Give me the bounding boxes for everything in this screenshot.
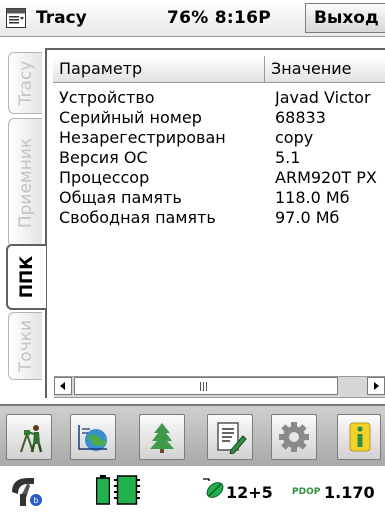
tab-label: Точки: [15, 319, 36, 373]
param-value: 97.0 Мб: [275, 208, 340, 227]
tree-icon: [150, 423, 174, 453]
notes-button[interactable]: [207, 414, 253, 460]
survey-button[interactable]: [6, 414, 52, 460]
column-header-value[interactable]: Значение: [265, 56, 385, 82]
battery-time-status: 76% 8:16P: [167, 8, 272, 28]
param-value: ARM920T PX: [275, 168, 377, 187]
arrow-right-icon: [374, 382, 379, 390]
title-bar: Tracy 76% 8:16P Выход: [0, 0, 385, 37]
list-rows: Устройство Javad Victor Серийный номер 688…: [53, 88, 385, 228]
satellite-count: 12+5: [226, 483, 273, 502]
grip-icon: [199, 382, 209, 391]
info-button[interactable]: [337, 414, 381, 460]
list-item[interactable]: Серийный номер 68833: [53, 108, 385, 128]
list-item[interactable]: Устройство Javad Victor: [53, 88, 385, 108]
param-name: Процессор: [59, 168, 150, 187]
list-item[interactable]: Незарегестрирован copy: [53, 128, 385, 148]
tab-label: ППК: [17, 255, 37, 299]
list-item[interactable]: Свободная память 97.0 Мб: [53, 208, 385, 228]
param-name: Общая память: [59, 188, 182, 207]
tab-ppk[interactable]: ППК: [6, 244, 46, 310]
list-menu-icon[interactable]: [6, 8, 26, 28]
exit-button[interactable]: Выход: [305, 3, 385, 33]
param-name: Версия ОС: [59, 148, 148, 167]
pdop-label: PDOP: [292, 487, 321, 497]
app-title: Tracy: [36, 8, 87, 28]
svg-text:b: b: [33, 496, 38, 505]
parameter-list: Параметр Значение Устройство Javad Victor…: [45, 48, 385, 398]
list-header: Параметр Значение: [53, 56, 385, 83]
scroll-left-button[interactable]: [54, 377, 72, 395]
gear-icon: [279, 422, 309, 452]
param-name: Свободная память: [59, 208, 216, 227]
globe-coordinates-icon: [78, 425, 107, 451]
status-bar: b 12+5 PDOP 1.170: [0, 466, 385, 513]
info-icon: [349, 422, 371, 452]
notes-pen-icon: [217, 422, 247, 454]
receiver-icon[interactable]: b: [8, 474, 44, 508]
param-value: copy: [275, 128, 314, 147]
param-value: 68833: [275, 108, 326, 127]
arrow-left-icon: [60, 382, 65, 390]
vertical-tab-strip: Tracy Приемник ППК Точки: [0, 48, 46, 380]
bottom-toolbar: [0, 404, 385, 466]
param-value: 118.0 Мб: [275, 188, 350, 207]
list-item[interactable]: Версия ОС 5.1: [53, 148, 385, 168]
satellite-icon: [203, 478, 224, 498]
scrollbar-thumb[interactable]: [74, 377, 338, 395]
settings-button[interactable]: [271, 414, 317, 460]
memory-chip-icon: [114, 475, 140, 505]
coordinates-button[interactable]: [70, 414, 116, 460]
column-header-parameter[interactable]: Параметр: [53, 56, 265, 82]
param-name: Серийный номер: [59, 108, 202, 127]
battery-icon: [96, 475, 110, 505]
param-name: Устройство: [59, 88, 155, 107]
list-item[interactable]: Процессор ARM920T PX: [53, 168, 385, 188]
tab-receiver[interactable]: Приемник: [8, 118, 42, 248]
forestry-button[interactable]: [139, 414, 185, 460]
tab-points[interactable]: Точки: [8, 312, 42, 380]
tab-label: Tracy: [15, 60, 36, 106]
list-item[interactable]: Общая память 118.0 Мб: [53, 188, 385, 208]
pdop-value: 1.170: [324, 483, 375, 502]
param-value: Javad Victor: [275, 88, 371, 107]
scroll-right-button[interactable]: [367, 377, 385, 395]
param-name: Незарегестрирован: [59, 128, 226, 147]
param-value: 5.1: [275, 148, 301, 167]
horizontal-scrollbar[interactable]: [54, 376, 385, 398]
tab-label: Приемник: [15, 137, 36, 229]
surveyor-icon: [20, 425, 43, 453]
tab-tracy[interactable]: Tracy: [8, 52, 42, 114]
